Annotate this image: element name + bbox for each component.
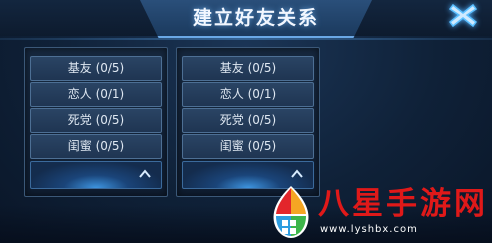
site-logo-icon [273, 186, 309, 238]
relation-option-sidang[interactable]: 死党 (0/5) [30, 108, 162, 133]
close-button[interactable] [446, 0, 480, 30]
friend-panel-left: 基友 (0/5) 恋人 (0/1) 死党 (0/5) 闺蜜 (0/5) [24, 47, 168, 197]
watermark-url: www.lyshbx.com [320, 224, 418, 235]
relation-option-sidang[interactable]: 死党 (0/5) [182, 108, 314, 133]
site-watermark: 八星手游网 www.lyshbx.com [268, 182, 488, 243]
relation-option-jiyou[interactable]: 基友 (0/5) [182, 56, 314, 81]
relation-option-lianren[interactable]: 恋人 (0/1) [30, 82, 162, 107]
watermark-brand: 八星手游网 [318, 186, 488, 222]
relation-option-lianren[interactable]: 恋人 (0/1) [182, 82, 314, 107]
collapse-button[interactable] [30, 161, 162, 189]
dialog-title: 建立好友关系 [192, 7, 319, 29]
relation-option-guimi[interactable]: 闺蜜 (0/5) [30, 134, 162, 159]
chevron-up-icon [291, 169, 303, 178]
relation-option-guimi[interactable]: 闺蜜 (0/5) [182, 134, 314, 159]
friend-panel-right: 基友 (0/5) 恋人 (0/1) 死党 (0/5) 闺蜜 (0/5) [176, 47, 320, 197]
header-divider [0, 38, 492, 40]
relation-option-jiyou[interactable]: 基友 (0/5) [30, 56, 162, 81]
close-x-icon [449, 3, 477, 28]
chevron-up-icon [139, 169, 151, 178]
